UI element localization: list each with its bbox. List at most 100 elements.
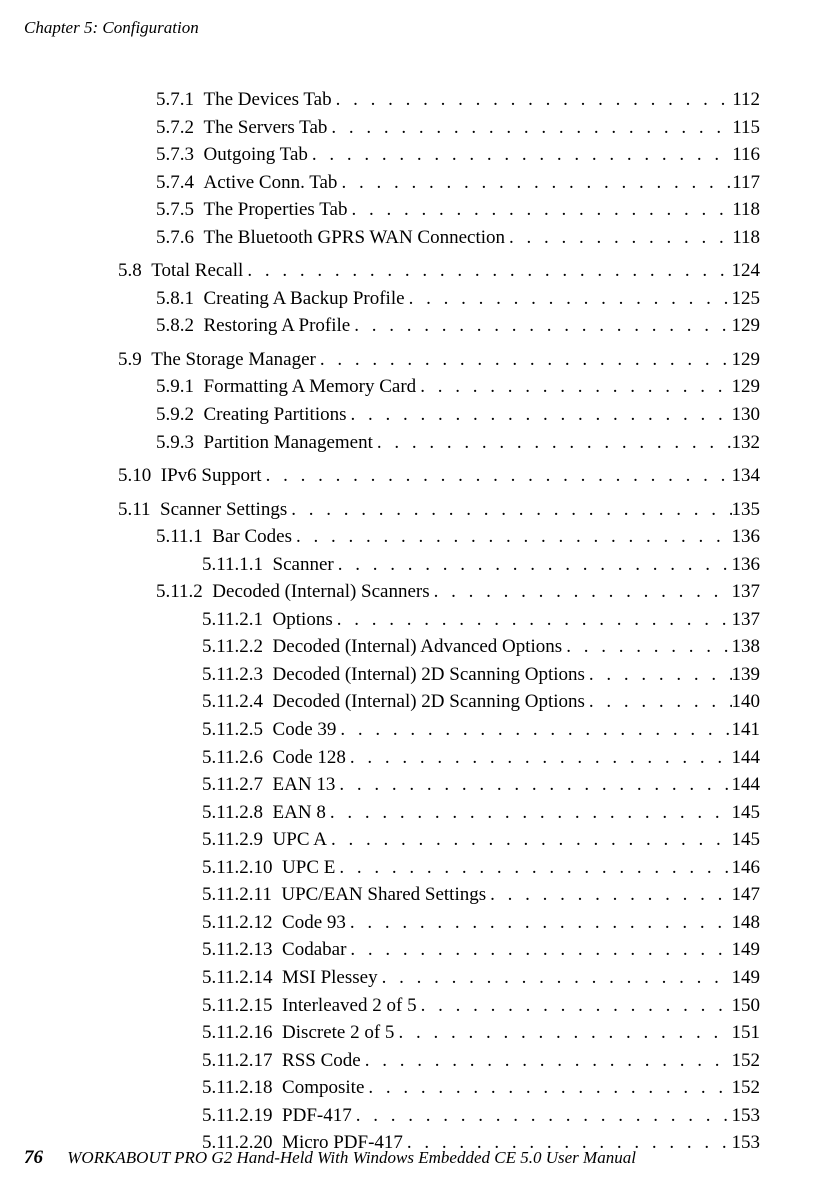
page-number: 76: [24, 1147, 63, 1168]
toc-title: Active Conn. Tab: [204, 169, 338, 197]
toc-entry: 5.8.1 Creating A Backup Profile125: [118, 285, 760, 313]
toc-page-number: 148: [732, 909, 761, 937]
toc-entry: 5.11.2.16 Discrete 2 of 5151: [118, 1019, 760, 1047]
toc-leader-dots: [308, 141, 732, 169]
toc-title: Interleaved 2 of 5: [282, 992, 417, 1020]
toc-number: 5.8: [118, 257, 142, 285]
toc-page-number: 129: [732, 346, 761, 374]
toc-entry: 5.11.2.5 Code 39141: [118, 716, 760, 744]
toc-title: Decoded (Internal) Scanners: [212, 578, 429, 606]
toc-entry: 5.11.2.14 MSI Plessey149: [118, 964, 760, 992]
toc-page-number: 149: [732, 936, 761, 964]
toc-separator: [263, 771, 273, 799]
toc-separator: [142, 346, 152, 374]
toc-separator: [194, 401, 204, 429]
toc-page-number: 129: [732, 312, 761, 340]
toc-leader-dots: [373, 429, 732, 457]
toc-title: The Storage Manager: [151, 346, 316, 374]
toc-number: 5.7.3: [156, 141, 194, 169]
toc-title: The Servers Tab: [204, 114, 328, 142]
toc-leader-dots: [327, 114, 732, 142]
running-footer: 76 WORKABOUT PRO G2 Hand-Held With Windo…: [24, 1147, 636, 1169]
toc-leader-dots: [292, 523, 732, 551]
toc-title: Options: [273, 606, 333, 634]
toc-entry: 5.11.2.10 UPC E146: [118, 854, 760, 882]
toc-leader-dots: [430, 578, 732, 606]
toc-leader-dots: [378, 964, 732, 992]
toc-title: Creating A Backup Profile: [204, 285, 405, 313]
toc-title: UPC/EAN Shared Settings: [281, 881, 486, 909]
toc-page-number: 138: [732, 633, 761, 661]
toc-page-number: 144: [732, 771, 761, 799]
toc-number: 5.11.2.13: [202, 936, 273, 964]
toc-page-number: 116: [732, 141, 760, 169]
toc-entry: 5.11.2.19 PDF-417153: [118, 1102, 760, 1130]
toc-number: 5.7.4: [156, 169, 194, 197]
toc-entry: 5.11.2.3 Decoded (Internal) 2D Scanning …: [118, 661, 760, 689]
toc-entry: 5.7.4 Active Conn. Tab117: [118, 169, 760, 197]
toc-number: 5.11.2.8: [202, 799, 263, 827]
toc-title: UPC E: [282, 854, 335, 882]
toc-title: Code 39: [273, 716, 337, 744]
toc-number: 5.11.2.4: [202, 688, 263, 716]
toc-entry: 5.11.1.1 Scanner136: [118, 551, 760, 579]
toc-separator: [194, 196, 204, 224]
toc-title: The Devices Tab: [204, 86, 332, 114]
toc-entry: 5.11.2.8 EAN 8145: [118, 799, 760, 827]
toc-title: Decoded (Internal) 2D Scanning Options: [273, 661, 585, 689]
toc-page-number: 145: [732, 826, 761, 854]
toc-leader-dots: [327, 826, 732, 854]
toc-page-number: 146: [732, 854, 761, 882]
toc-number: 5.8.1: [156, 285, 194, 313]
toc-page-number: 130: [732, 401, 761, 429]
toc-entry: 5.11 Scanner Settings135: [118, 496, 760, 524]
toc-separator: [263, 633, 273, 661]
toc-title: The Properties Tab: [204, 196, 348, 224]
toc-page-number: 153: [732, 1102, 761, 1130]
toc-separator: [273, 1047, 283, 1075]
toc-entry: 5.11.2.13 Codabar149: [118, 936, 760, 964]
toc-leader-dots: [335, 854, 731, 882]
toc-entry: 5.11.2.2 Decoded (Internal) Advanced Opt…: [118, 633, 760, 661]
toc-page-number: 118: [732, 224, 760, 252]
toc-separator: [273, 992, 283, 1020]
toc-number: 5.11.2.18: [202, 1074, 273, 1102]
toc-leader-dots: [316, 346, 732, 374]
toc-separator: [273, 1019, 283, 1047]
toc-leader-dots: [505, 224, 732, 252]
toc-entry: 5.7.1 The Devices Tab112: [118, 86, 760, 114]
toc-title: EAN 8: [273, 799, 326, 827]
toc-title: MSI Plessey: [282, 964, 378, 992]
toc-separator: [194, 141, 204, 169]
toc-title: Code 93: [282, 909, 346, 937]
toc-leader-dots: [350, 312, 731, 340]
toc-leader-dots: [287, 496, 731, 524]
toc-separator: [263, 688, 273, 716]
toc-title: Scanner Settings: [160, 496, 287, 524]
toc-leader-dots: [394, 1019, 731, 1047]
toc-entry: 5.7.5 The Properties Tab118: [118, 196, 760, 224]
toc-number: 5.9: [118, 346, 142, 374]
toc-entry: 5.11.2.11 UPC/EAN Shared Settings147: [118, 881, 760, 909]
toc-title: Restoring A Profile: [204, 312, 351, 340]
toc-entry: 5.8.2 Restoring A Profile129: [118, 312, 760, 340]
toc-separator: [203, 578, 213, 606]
toc-number: 5.7.6: [156, 224, 194, 252]
toc-leader-dots: [262, 462, 732, 490]
footer-text: WORKABOUT PRO G2 Hand-Held With Windows …: [67, 1148, 636, 1167]
toc-separator: [142, 257, 152, 285]
toc-separator: [263, 661, 273, 689]
toc-separator: [194, 114, 204, 142]
toc-page-number: 147: [732, 881, 761, 909]
toc-title: PDF-417: [282, 1102, 352, 1130]
toc-separator: [263, 799, 273, 827]
toc-title: RSS Code: [282, 1047, 361, 1075]
toc-separator: [273, 964, 283, 992]
toc-number: 5.11.2.2: [202, 633, 263, 661]
toc-page-number: 141: [732, 716, 761, 744]
toc-entry: 5.9.3 Partition Management132: [118, 429, 760, 457]
toc-number: 5.11.1: [156, 523, 203, 551]
toc-page-number: 153: [732, 1129, 761, 1157]
toc-number: 5.10: [118, 462, 151, 490]
toc-page-number: 118: [732, 196, 760, 224]
